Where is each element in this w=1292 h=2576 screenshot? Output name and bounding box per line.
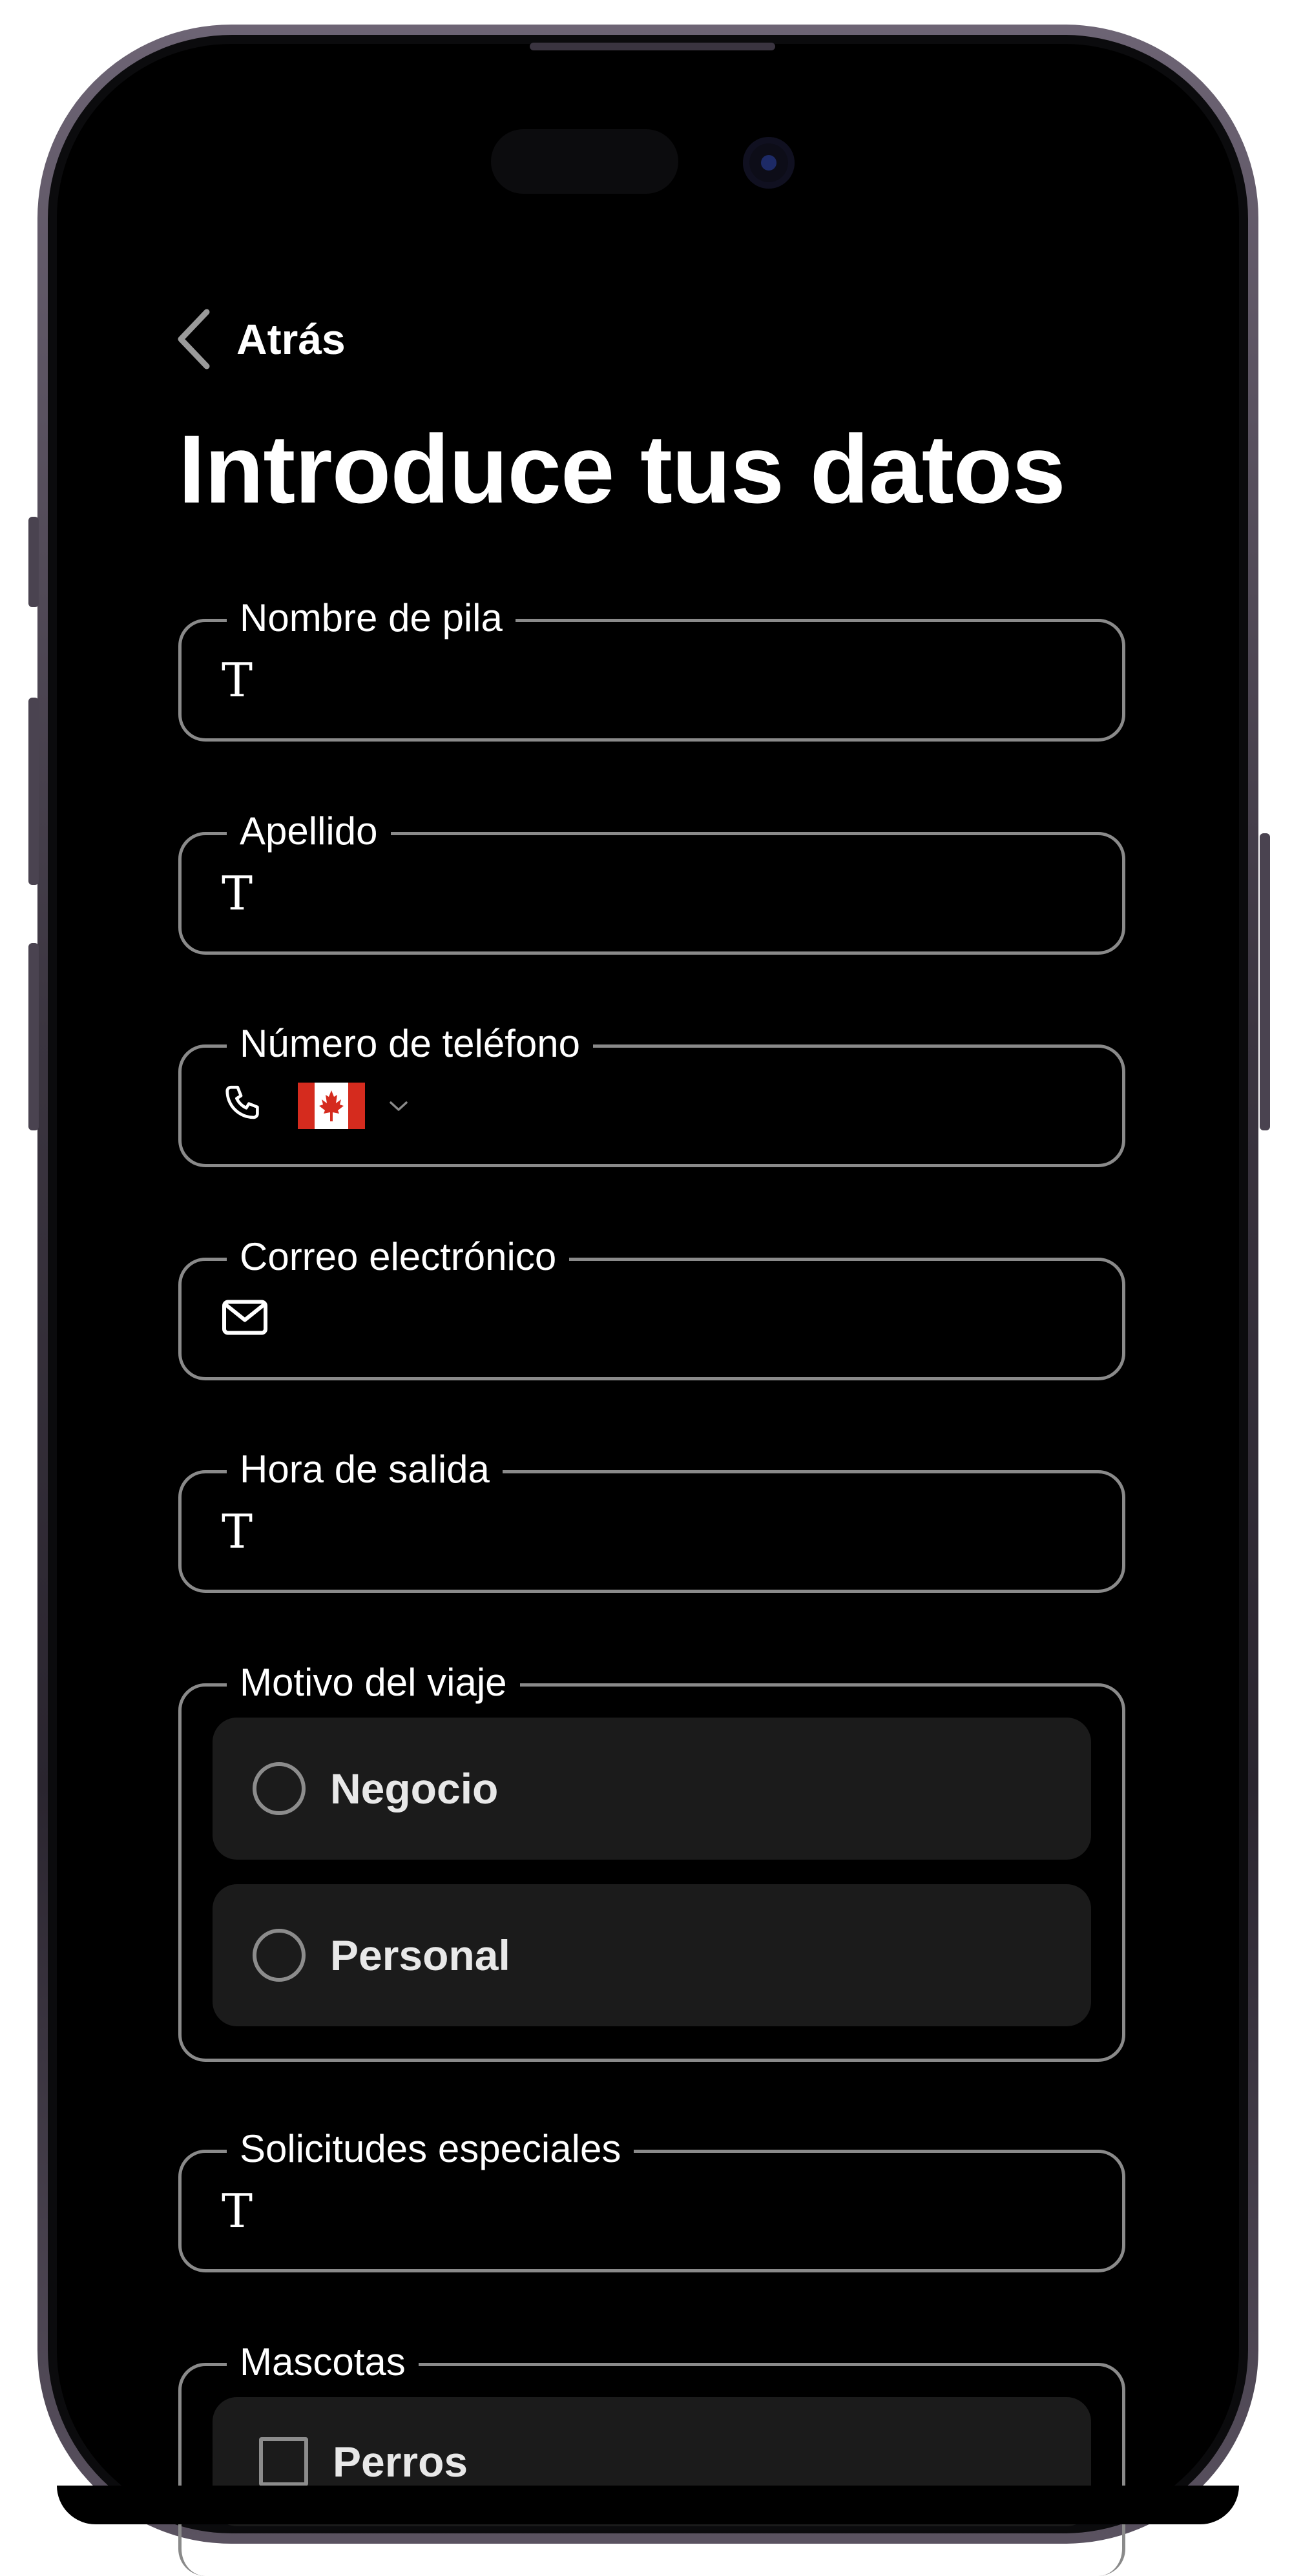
radio-button[interactable] <box>253 1929 306 1982</box>
trip-reason-label: Motivo del viaje <box>227 1657 520 1709</box>
back-button[interactable]: Atrás <box>174 304 346 375</box>
screen-bottom-mask <box>57 2486 1239 2524</box>
option-label: Personal <box>330 1931 510 1979</box>
last-name-field[interactable]: Apellido T <box>178 805 1125 955</box>
trip-reason-group: Motivo del viaje Negocio Personal <box>178 1657 1125 2062</box>
back-label: Atrás <box>236 315 346 363</box>
text-type-icon: T <box>222 653 253 707</box>
chevron-left-icon <box>178 309 210 369</box>
last-name-label: Apellido <box>227 805 391 857</box>
pets-group: Mascotas Perros <box>178 2336 1125 2576</box>
phone-field[interactable]: Número de teléfono <box>178 1018 1125 1167</box>
radio-button[interactable] <box>253 1762 306 1815</box>
email-label: Correo electrónico <box>227 1231 570 1283</box>
first-name-field[interactable]: Nombre de pila T <box>178 592 1125 742</box>
pets-label: Mascotas <box>227 2336 419 2388</box>
first-name-label: Nombre de pila <box>227 592 516 644</box>
phone-label: Número de teléfono <box>227 1018 593 1070</box>
text-type-icon: T <box>222 2184 253 2238</box>
option-label: Negocio <box>330 1765 499 1813</box>
form-screen: Atrás Introduce tus datos Nombre de pila… <box>0 0 1292 2576</box>
option-label: Perros <box>333 2438 468 2486</box>
mail-icon <box>222 1298 268 1340</box>
canada-flag-icon[interactable] <box>298 1083 365 1129</box>
text-type-icon: T <box>222 1504 253 1559</box>
departure-time-field[interactable]: Hora de salida T <box>178 1444 1125 1593</box>
special-requests-field[interactable]: Solicitudes especiales T <box>178 2123 1125 2272</box>
departure-time-label: Hora de salida <box>227 1444 503 1495</box>
chevron-down-icon[interactable] <box>387 1098 410 1114</box>
trip-reason-option-personal[interactable]: Personal <box>213 1884 1091 2026</box>
phone-icon <box>222 1082 267 1130</box>
checkbox[interactable] <box>259 2437 308 2486</box>
trip-reason-option-business[interactable]: Negocio <box>213 1718 1091 1860</box>
text-type-icon: T <box>222 866 253 920</box>
page-title: Introduce tus datos <box>178 415 1066 523</box>
email-field[interactable]: Correo electrónico <box>178 1231 1125 1380</box>
special-requests-label: Solicitudes especiales <box>227 2123 634 2175</box>
